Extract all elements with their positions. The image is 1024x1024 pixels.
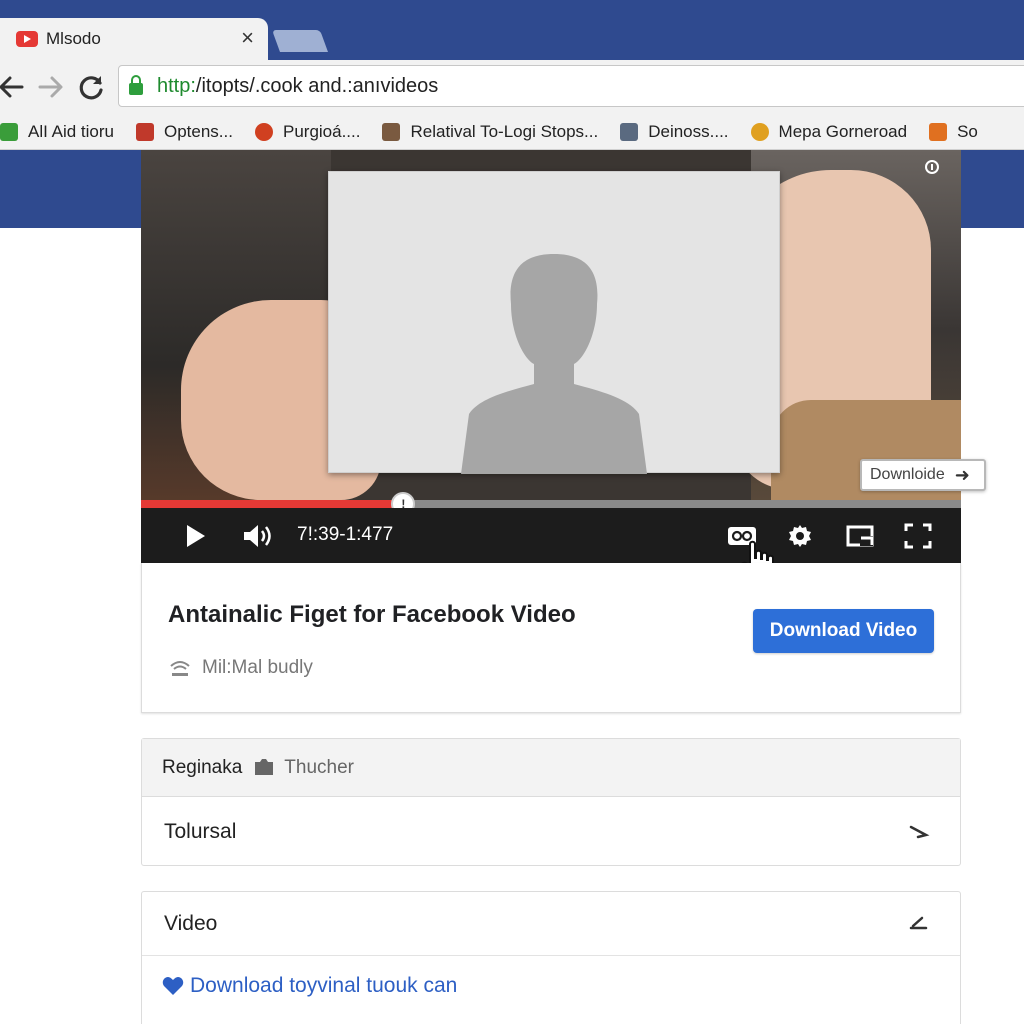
download-link[interactable]: Download toyvinal tuouk can (162, 974, 457, 998)
chevron-up-icon[interactable] (908, 912, 930, 934)
list-panel-header: Reginaka Thucher (142, 739, 960, 797)
calendar-icon (382, 122, 401, 141)
chat-bubble-icon (255, 758, 274, 775)
tab-close-icon[interactable]: × (241, 27, 254, 49)
secure-lock-icon (129, 75, 143, 95)
progress-fill (141, 500, 404, 508)
video-panel-title: Video (164, 911, 218, 935)
bookmark-item[interactable]: Deinoss.... (620, 121, 729, 142)
bookmark-item[interactable]: Relatival To-Logi Stops... (382, 122, 598, 142)
chrome-icon (750, 122, 769, 141)
tab-title: Mlsodo (46, 29, 101, 48)
settings-gear-icon[interactable] (783, 520, 817, 552)
bookmark-label: AlI Aid tioru (28, 121, 114, 141)
person-silhouette-icon (461, 254, 647, 474)
volume-icon[interactable] (239, 520, 277, 552)
bookmark-item[interactable]: Optens... (136, 122, 233, 142)
bookmark-label: Relatival To-Logi Stops... (410, 121, 599, 141)
forward-arrow-icon[interactable] (34, 70, 68, 104)
list-header-subtitle: Thucher (284, 756, 354, 778)
chevron-right-icon[interactable] (908, 821, 930, 843)
video-title: Antainalic Figet for Facebook Video (168, 601, 576, 628)
bookmark-label: Optens... (164, 121, 233, 141)
youtube-favicon-icon (16, 31, 38, 47)
back-arrow-icon[interactable] (0, 70, 28, 104)
video-panel-header[interactable]: Video (142, 892, 960, 956)
channel-row[interactable]: Mil:Mal budly (168, 657, 313, 679)
download-video-button[interactable]: Download Video (753, 609, 934, 653)
browser-toolbar: http:/itopts/.cook and.:anıvideos (0, 60, 1024, 114)
download-link-text: Download toyvinal tuouk can (190, 974, 458, 997)
reload-icon[interactable] (74, 70, 108, 104)
arrow-right-icon: ➜ (954, 464, 970, 485)
list-item-label: Tolursal (164, 820, 237, 843)
time-display: 7!:39-1:477 (297, 524, 394, 545)
progress-bar[interactable]: ! (141, 492, 961, 516)
download-tooltip[interactable]: Downloide ➜ (860, 459, 986, 491)
video-info-card: Antainalic Figet for Facebook Video Mil:… (141, 563, 961, 713)
bookmark-label: So (957, 121, 978, 141)
robot-icon (620, 122, 639, 141)
bookmark-item[interactable]: Mepa Gorneroad (750, 121, 908, 142)
fullscreen-icon[interactable] (901, 520, 935, 552)
broadcast-icon (170, 661, 190, 676)
info-corner-icon[interactable] (921, 158, 943, 180)
video-panel: Video Download toyvinal tuouk can (141, 891, 961, 1024)
red-b-icon (136, 122, 154, 141)
new-tab-button[interactable] (271, 30, 329, 52)
bookmark-item[interactable]: Purgioá.... (254, 121, 361, 142)
video-player[interactable]: ! 7!:39-1:477 (141, 150, 961, 563)
channel-name: Mil:Mal budly (202, 657, 313, 678)
green-square-icon (0, 122, 18, 141)
list-item[interactable]: Tolursal (142, 797, 960, 867)
tab-strip: Mlsodo × (0, 0, 1024, 60)
bookmark-label: Mepa Gorneroad (778, 121, 908, 141)
list-header-title: Reginaka (162, 756, 243, 778)
list-panel: Reginaka Thucher Tolursal (141, 738, 961, 866)
bookmark-label: Purgioá.... (282, 121, 361, 141)
bookmark-label: Deinoss.... (648, 121, 729, 141)
address-bar[interactable]: http:/itopts/.cook and.:anıvideos (118, 65, 1024, 107)
url-text: http:/itopts/.cook and.:anıvideos (157, 74, 439, 97)
play-icon[interactable] (179, 520, 211, 552)
player-controls: 7!:39-1:477 (141, 508, 961, 563)
miniplayer-icon[interactable] (843, 520, 877, 552)
placeholder-photo (328, 171, 780, 474)
red-circle-icon (254, 122, 273, 141)
bookmarks-bar: AlI Aid tioru Optens... Purgioá.... Relativ… (0, 114, 1024, 150)
bookmark-item[interactable]: AlI Aid tioru (0, 122, 114, 142)
bookmark-item[interactable]: So (929, 122, 978, 142)
download-arrow-icon (929, 122, 948, 141)
browser-tab[interactable]: Mlsodo × (0, 18, 268, 60)
heart-icon (162, 977, 184, 995)
